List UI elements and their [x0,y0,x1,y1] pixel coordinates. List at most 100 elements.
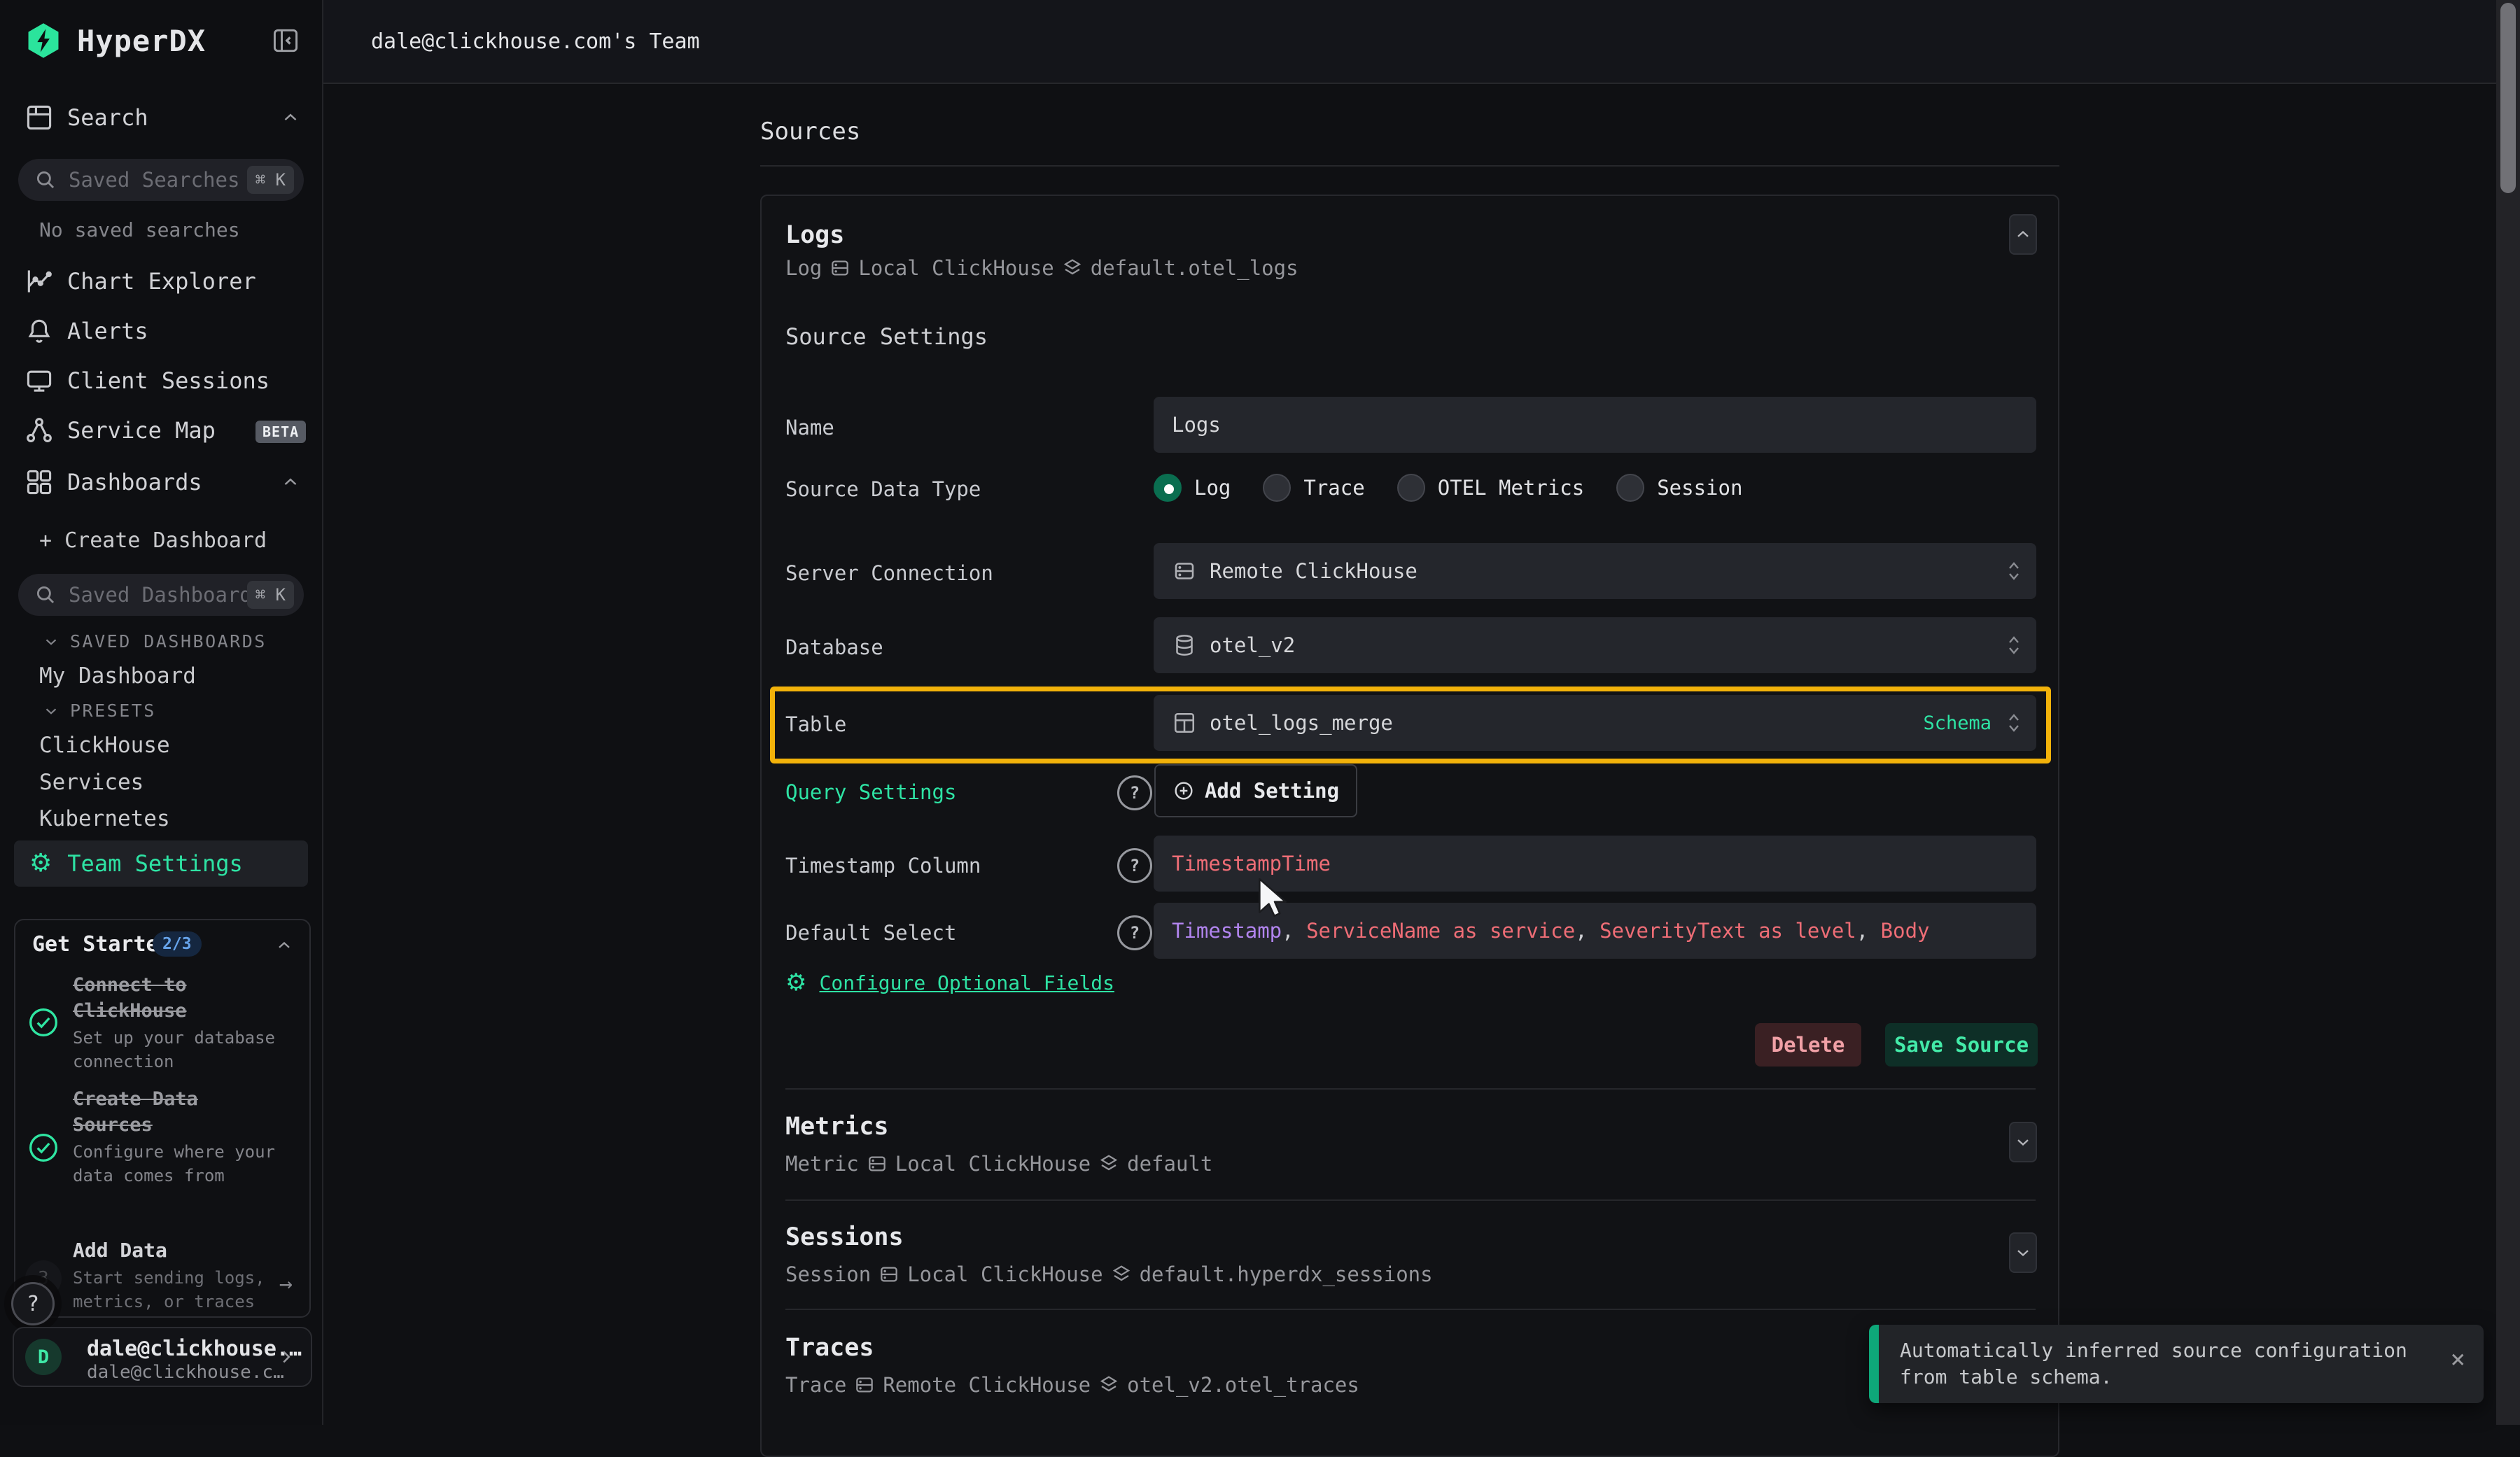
source-type: Metric [785,1152,859,1176]
schema-link[interactable]: Schema [1923,712,1991,734]
layers-icon [1098,1153,1120,1175]
user-menu[interactable]: D dale@clickhouse.… dale@clickhouse.c… [13,1327,312,1387]
saved-searches-input[interactable]: Saved Searches ⌘ K [18,159,304,201]
chevron-up-icon [280,107,301,128]
help-button[interactable]: ? [11,1282,55,1325]
saved-dashboards-placeholder: Saved Dashboards [69,583,264,607]
chevron-down-icon [2013,1132,2033,1152]
layers-icon [1061,257,1084,279]
radio-label: Log [1194,476,1231,500]
sidebar-item-kubernetes[interactable]: Kubernetes [39,806,170,831]
search-icon [34,168,57,192]
sidebar-item-dashboards[interactable]: Dashboards [0,463,322,502]
shortcut-badge: ⌘ K [247,166,294,194]
chevron-up-icon[interactable] [274,936,294,955]
table-reference: otel_v2.otel_traces [1127,1373,1359,1397]
add-setting-label: Add Setting [1205,779,1339,803]
saved-dashboards-section-toggle[interactable]: SAVED DASHBOARDS [0,631,267,652]
radio-log[interactable] [1154,474,1182,502]
sidebar-item-search[interactable]: Search [0,98,322,137]
table-value: otel_logs_merge [1210,711,1393,735]
scrollbar-track[interactable] [2496,0,2520,1425]
scrollbar-thumb[interactable] [2500,3,2516,193]
arrow-right-icon[interactable]: → [279,1270,293,1297]
expand-metrics-button[interactable] [2009,1122,2037,1162]
radio-label: Session [1657,476,1742,500]
radio-trace[interactable] [1263,474,1291,502]
beta-badge: BETA [255,421,306,443]
help-circle-icon[interactable]: ? [1117,915,1152,950]
section-label: SAVED DASHBOARDS [70,631,267,652]
sidebar-collapse-button[interactable] [270,24,304,57]
gear-icon: ⚙ [29,851,52,876]
timestamp-column-input[interactable]: TimestampTime [1154,836,2036,892]
sidebar-item-services[interactable]: Services [39,770,144,795]
question-mark-icon: ? [27,1292,39,1316]
server-icon [829,257,851,279]
source-type: Log [785,256,822,280]
get-started-step-title[interactable]: Add Data [73,1239,234,1262]
delete-button[interactable]: Delete [1755,1023,1861,1067]
sidebar-item-service-map[interactable]: Service Map BETA [0,411,322,450]
source-type: Session [785,1262,871,1286]
save-source-button[interactable]: Save Source [1885,1023,2038,1067]
presets-section-toggle[interactable]: PRESETS [0,701,156,721]
sidebar-item-team-settings[interactable]: ⚙ Team Settings [14,840,308,887]
main-content: Sources Logs Log Local ClickHouse defaul… [323,84,2520,1425]
sidebar-item-my-dashboard[interactable]: My Dashboard [39,663,196,689]
server-icon [853,1374,876,1396]
select-chevrons-icon [2005,710,2022,735]
sidebar-item-client-sessions[interactable]: Client Sessions [0,361,322,400]
add-setting-button[interactable]: Add Setting [1154,764,1357,817]
chevron-down-icon [2013,1243,2033,1262]
sidebar-item-clickhouse[interactable]: ClickHouse [39,733,170,758]
chevron-up-icon [2013,225,2033,244]
create-dashboard-button[interactable]: + Create Dashboard [39,528,267,553]
check-circle-icon [28,1007,59,1038]
name-input[interactable]: Logs [1154,397,2036,453]
get-started-step-title[interactable]: Connect to ClickHouse [73,972,234,1024]
table-icon [1172,710,1197,735]
app-title: HyperDX [77,24,206,58]
sidebar-item-label: Dashboards [67,469,202,495]
table-label: Table [785,712,846,736]
help-circle-icon[interactable]: ? [1117,848,1152,883]
expand-sessions-button[interactable] [2009,1232,2037,1273]
sidebar: HyperDX Search Saved Searches ⌘ K No sav… [0,0,323,1425]
table-reference: default.hyperdx_sessions [1140,1262,1433,1286]
help-circle-icon[interactable]: ? [1117,775,1152,810]
sidebar-item-chart-explorer[interactable]: Chart Explorer [0,262,322,301]
server-connection-select[interactable]: Remote ClickHouse [1154,543,2036,599]
table-select[interactable]: otel_logs_merge Schema [1154,695,2036,751]
hyperdx-app: HyperDX Search Saved Searches ⌘ K No sav… [0,0,2520,1425]
divider [785,1199,2036,1201]
collapse-logs-button[interactable] [2009,214,2037,255]
saved-dashboards-input[interactable]: Saved Dashboards ⌘ K [18,574,304,616]
sql-token: Body [1881,919,1930,943]
question-mark: ? [1130,783,1140,803]
radio-label: OTEL Metrics [1438,476,1585,500]
check-circle-icon [28,1132,59,1163]
database-select[interactable]: otel_v2 [1154,617,2036,673]
traces-section-title: Traces [785,1334,874,1362]
table-reference: default.otel_logs [1091,256,1298,280]
radio-session[interactable] [1616,474,1644,502]
timestamp-value: TimestampTime [1172,852,1331,875]
sidebar-item-alerts[interactable]: Alerts [0,311,322,351]
radio-otel-metrics[interactable] [1397,474,1425,502]
saved-searches-placeholder: Saved Searches [69,168,239,192]
sql-token: SeverityText as level [1600,919,1856,943]
default-select-input[interactable]: Timestamp, ServiceName as service, Sever… [1154,903,2036,959]
section-label: PRESETS [70,701,156,721]
get-started-step-title[interactable]: Create Data Sources [73,1086,234,1138]
toast-message: Automatically inferred source configurat… [1900,1337,2418,1391]
search-icon [34,583,57,607]
get-started-panel: Get Started 2/3 Connect to ClickHouse Se… [14,919,311,1318]
sidebar-item-label: Service Map [67,417,216,444]
configure-link-label: Configure Optional Fields [819,971,1114,994]
select-chevrons-icon [2005,633,2022,658]
user-email: dale@clickhouse.c… [87,1362,284,1383]
chevron-up-icon [280,472,301,493]
close-icon[interactable]: × [2450,1347,2465,1372]
configure-optional-fields-link[interactable]: ⚙ Configure Optional Fields [785,969,1114,997]
